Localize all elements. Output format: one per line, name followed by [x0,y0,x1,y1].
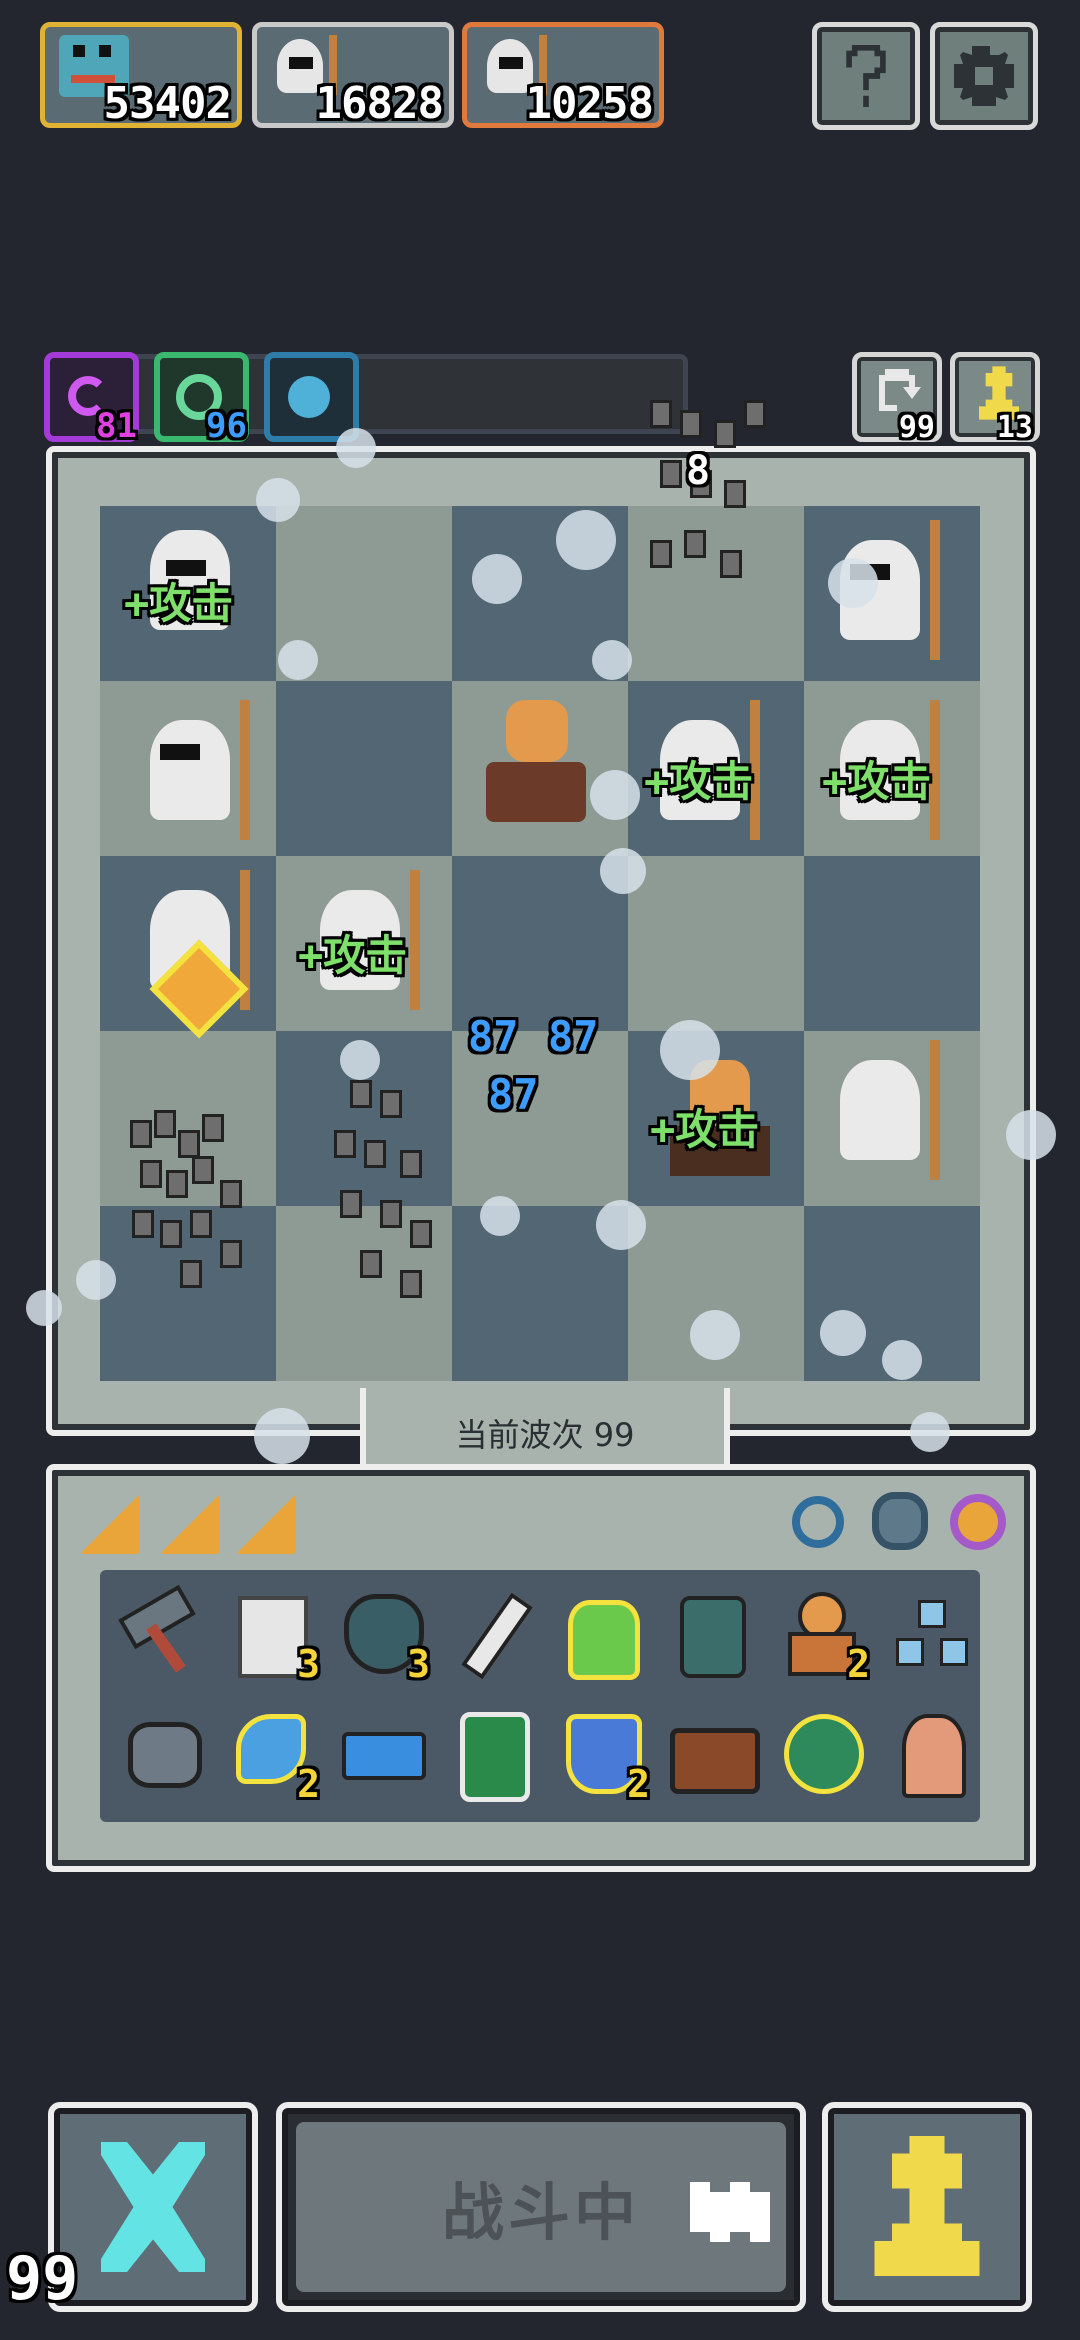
coin-pile [640,390,790,600]
battery-icon[interactable] [334,1706,426,1796]
recycle-jar-icon[interactable] [444,1706,534,1802]
axe-icon[interactable]: 2 [224,1706,320,1806]
pawn-icon [874,2136,980,2276]
score-card-player[interactable]: 53402 [40,22,242,129]
close-icon [101,2142,205,2272]
snow-particle [340,1040,380,1080]
charge-slot-green[interactable]: 96 [154,352,249,446]
item-count: 3 [297,1642,320,1686]
settings-button[interactable] [930,22,1038,130]
coin-pile [120,1100,270,1300]
orb-icon [288,376,330,418]
orb-icon[interactable] [774,1706,864,1796]
fight-status-button[interactable]: 战斗中 [276,2102,806,2312]
corner-counter: 99 [6,2244,79,2314]
snow-particle [828,558,878,608]
snow-particle [480,1196,520,1236]
cancel-button[interactable] [48,2102,258,2312]
player-score-value: 53402 [103,78,232,129]
snow-particle [278,640,318,680]
attack-buff-label: +攻击 [298,931,408,980]
snow-particle [336,428,376,468]
knight-unit[interactable] [820,1040,970,1190]
network-icon[interactable] [884,1586,974,1676]
snow-particle [590,770,640,820]
damage-number: 87 [488,1070,539,1119]
knight-unit[interactable] [130,700,280,850]
snow-particle [256,478,300,522]
purple-ring-icon[interactable] [950,1494,1006,1550]
tombstone-icon[interactable] [884,1706,974,1798]
charge-bar-track [44,354,688,434]
snow-particle [76,1260,116,1300]
snow-particle [26,1290,62,1326]
ore-icon[interactable] [114,1706,204,1796]
cursor-hand-icon [690,2182,770,2242]
snow-particle [254,1408,310,1464]
charge-count: 96 [206,406,247,446]
refresh-count: 99 [898,410,935,445]
coin-pile [320,1070,450,1300]
item-count: 2 [627,1762,650,1806]
snow-particle [472,554,522,604]
enemy-1-score-value: 16828 [315,78,444,129]
attack-buff-label: +攻击 [650,1105,760,1154]
snow-particle [596,1200,646,1250]
wave-label: 当前波次 99 [455,1416,635,1454]
pumpkin-boss-unit[interactable] [470,690,600,840]
snow-particle [592,640,632,680]
snow-particle [600,848,646,894]
snow-particle [690,1310,740,1360]
heart-gem-icon[interactable]: 3 [334,1586,430,1686]
snow-particle [1006,1110,1056,1160]
snow-particle [882,1340,922,1380]
charge-slot-purple[interactable]: 81 [44,352,139,446]
attack-buff-label: +攻击 [644,757,754,806]
question-mark-icon [846,45,886,107]
item-count: 2 [847,1642,870,1686]
snow-particle [820,1310,866,1356]
potion-icon[interactable] [554,1586,644,1680]
chess-count: 13 [996,410,1033,445]
gold-gem-icon [149,939,250,1040]
cauldron-icon[interactable] [872,1492,928,1550]
snow-particle [910,1412,950,1452]
attack-buff-label: +攻击 [124,579,234,628]
glove-icon[interactable] [664,1586,754,1678]
bust-icon[interactable]: 2 [774,1586,870,1686]
scroll-icon[interactable]: 3 [224,1586,320,1686]
hammer-icon[interactable] [114,1584,204,1676]
charge-count: 81 [96,406,137,446]
chess-button[interactable] [822,2102,1032,2312]
item-count: 3 [407,1642,430,1686]
help-button[interactable] [812,22,920,130]
item-count: 2 [297,1762,320,1806]
board-cell[interactable] [628,856,804,1031]
chest-icon[interactable] [664,1706,760,1796]
enemy-2-score-value: 10258 [525,78,654,129]
damage-number: 87 [548,1012,599,1061]
shield-icon[interactable]: 2 [554,1706,650,1806]
attack-buff-label: +攻击 [822,757,932,806]
snow-particle [556,510,616,570]
board-cell[interactable] [804,856,980,1031]
refresh-button[interactable]: 99 [852,352,942,445]
snow-particle [660,1020,720,1080]
charge-slot-blue[interactable] [264,352,359,442]
chess-piece-counter[interactable]: 13 [950,352,1040,445]
board-cell[interactable] [276,681,452,856]
score-card-enemy-1[interactable]: 16828 [252,22,454,129]
damage-number: 87 [468,1012,519,1061]
gear-icon [954,46,1014,106]
floating-number: 8 [686,448,711,494]
board-cell[interactable] [452,856,628,1031]
blue-ring-icon[interactable] [792,1496,844,1548]
fight-status-label: 战斗中 [441,2176,640,2249]
score-card-enemy-2[interactable]: 10258 [462,22,664,129]
dagger-icon[interactable] [444,1586,534,1680]
